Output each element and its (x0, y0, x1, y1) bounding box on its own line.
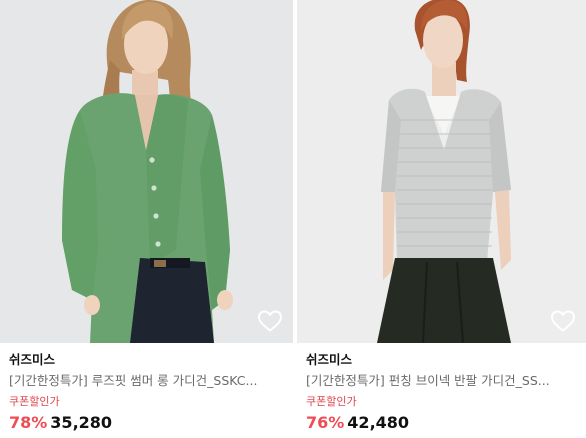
brand-name[interactable]: 쉬즈미스 (9, 352, 285, 370)
product-grid: 쉬즈미스 [기간한정특가] 루즈핏 썸머 롱 가디건_SSKC... 쿠폰할인가… (0, 0, 586, 438)
coupon-label: 쿠폰할인가 (9, 395, 60, 408)
discount-rate: 76% (306, 413, 345, 432)
product-card[interactable]: 쉬즈미스 [기간한정특가] 펀칭 브이넥 반팔 가디건_SS... 쿠폰할인가 … (297, 0, 586, 438)
woman-green-cardigan-photo (62, 0, 233, 343)
product-image[interactable] (0, 0, 293, 343)
price-row: 76% 42,480 (306, 413, 578, 435)
woman-gray-knit-cardigan-photo (377, 0, 511, 343)
wishlist-heart-icon[interactable] (550, 309, 576, 333)
price-row: 78% 35,280 (9, 413, 285, 435)
coupon-label: 쿠폰할인가 (306, 395, 357, 408)
product-info: 쉬즈미스 [기간한정특가] 펀칭 브이넥 반팔 가디건_SS... 쿠폰할인가 … (306, 352, 578, 435)
product-name[interactable]: [기간한정특가] 펀칭 브이넥 반팔 가디건_SS... (306, 373, 578, 393)
product-info: 쉬즈미스 [기간한정특가] 루즈핏 썸머 롱 가디건_SSKC... 쿠폰할인가… (9, 352, 285, 435)
wishlist-heart-icon[interactable] (257, 309, 283, 333)
discount-rate: 78% (9, 413, 48, 432)
product-image[interactable] (297, 0, 586, 343)
product-card[interactable]: 쉬즈미스 [기간한정특가] 루즈핏 썸머 롱 가디건_SSKC... 쿠폰할인가… (0, 0, 293, 438)
brand-name[interactable]: 쉬즈미스 (306, 352, 578, 370)
product-name[interactable]: [기간한정특가] 루즈핏 썸머 롱 가디건_SSKC... (9, 373, 285, 393)
sale-price: 42,480 (347, 413, 410, 432)
sale-price: 35,280 (50, 413, 113, 432)
